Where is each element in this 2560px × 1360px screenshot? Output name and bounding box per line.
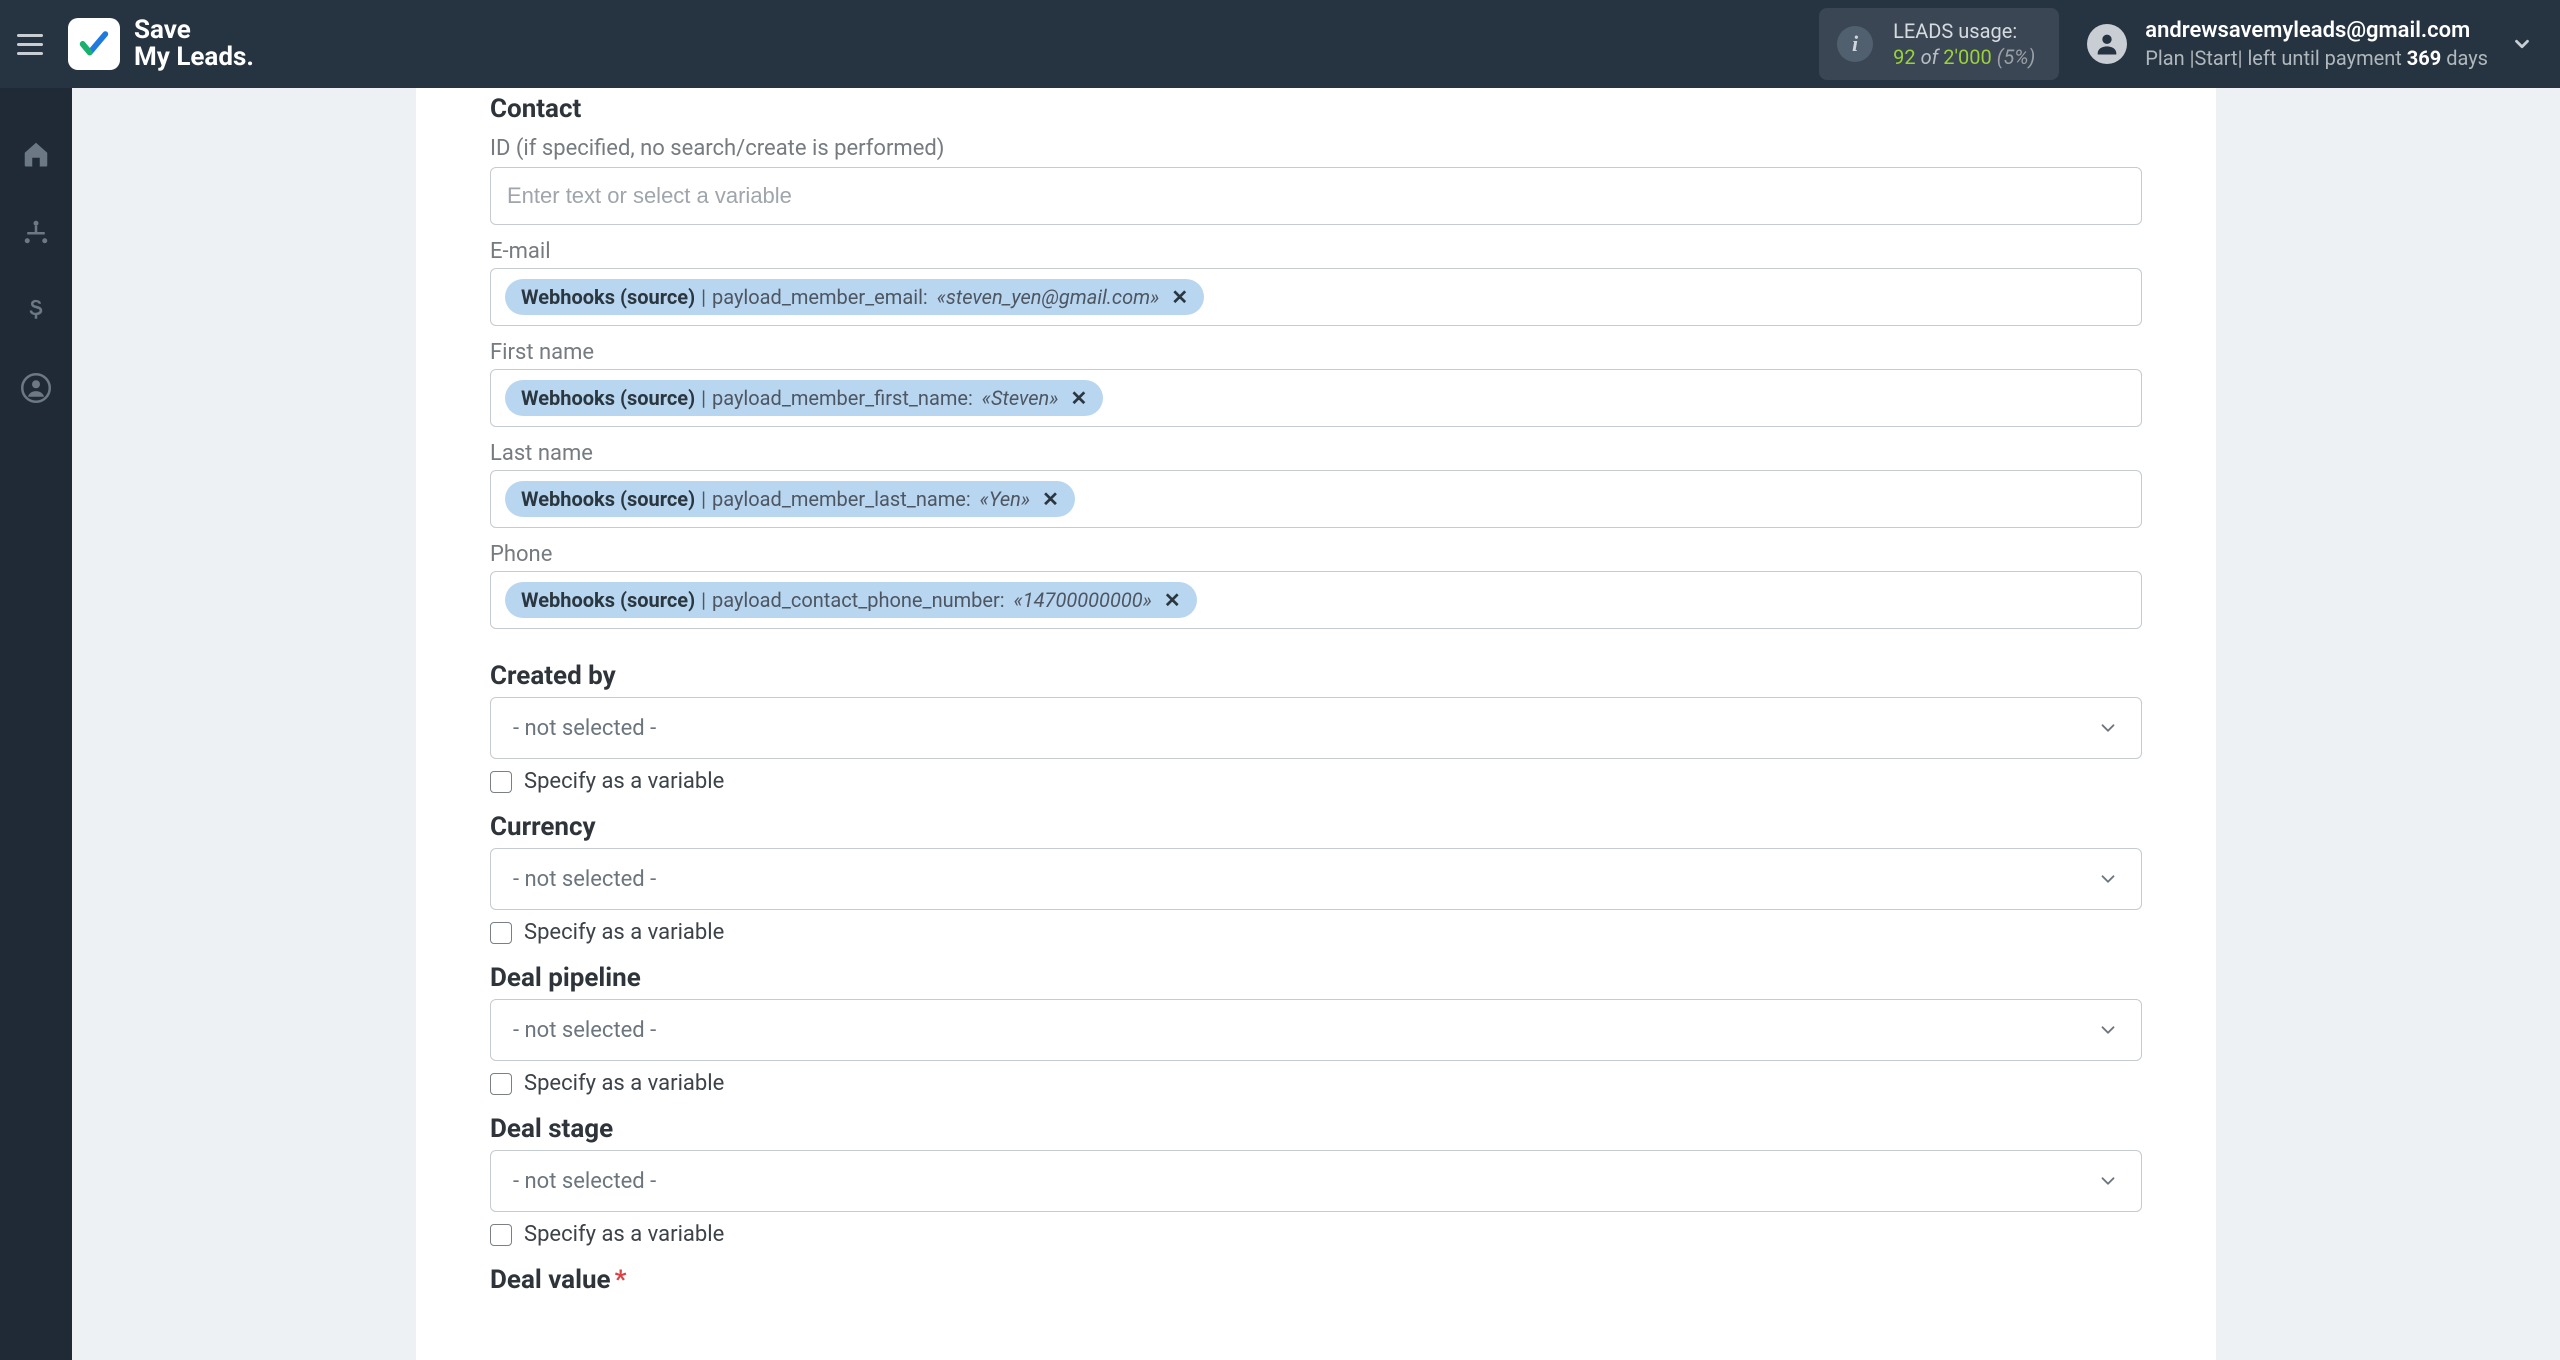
currency-var-row: Specify as a variable bbox=[490, 920, 2142, 945]
email-label: E-mail bbox=[490, 239, 2142, 264]
createdby-var-checkbox[interactable] bbox=[490, 771, 512, 793]
home-icon[interactable] bbox=[18, 136, 54, 172]
menu-toggle[interactable] bbox=[10, 24, 50, 64]
usage-widget[interactable]: i LEADS usage: 92 of 2'000 (5%) bbox=[1819, 8, 2059, 80]
chevron-down-icon bbox=[2097, 868, 2119, 890]
phone-token-remove-icon[interactable]: ✕ bbox=[1164, 588, 1181, 612]
brand-text: Save My Leads. bbox=[134, 17, 254, 72]
sidebar bbox=[0, 88, 72, 1360]
stage-var-row: Specify as a variable bbox=[490, 1222, 2142, 1247]
currency-var-checkbox[interactable] bbox=[490, 922, 512, 944]
stage-label: Deal stage bbox=[490, 1114, 2142, 1144]
currency-select[interactable]: - not selected - bbox=[490, 848, 2142, 910]
pipeline-var-label: Specify as a variable bbox=[524, 1071, 724, 1096]
createdby-select[interactable]: - not selected - bbox=[490, 697, 2142, 759]
id-caption: ID (if specified, no search/create is pe… bbox=[490, 136, 2142, 161]
usage-text: LEADS usage: 92 of 2'000 (5%) bbox=[1893, 18, 2035, 70]
chevron-down-icon bbox=[2097, 1019, 2119, 1041]
pipeline-label: Deal pipeline bbox=[490, 963, 2142, 993]
id-input-wrap[interactable] bbox=[490, 167, 2142, 225]
stage-select[interactable]: - not selected - bbox=[490, 1150, 2142, 1212]
billing-icon[interactable] bbox=[18, 292, 54, 328]
topbar: Save My Leads. i LEADS usage: 92 of 2'00… bbox=[0, 0, 2560, 88]
main-area: Contact ID (if specified, no search/crea… bbox=[72, 88, 2560, 1360]
chevron-down-icon bbox=[2097, 1170, 2119, 1192]
avatar-icon bbox=[2087, 24, 2127, 64]
pipeline-select[interactable]: - not selected - bbox=[490, 999, 2142, 1061]
stage-var-checkbox[interactable] bbox=[490, 1224, 512, 1246]
currency-var-label: Specify as a variable bbox=[524, 920, 724, 945]
phone-label: Phone bbox=[490, 542, 2142, 567]
form-panel: Contact ID (if specified, no search/crea… bbox=[416, 88, 2216, 1360]
phone-token[interactable]: Webhooks (source) | payload_contact_phon… bbox=[505, 582, 1197, 618]
connections-icon[interactable] bbox=[18, 214, 54, 250]
section-contact-title: Contact bbox=[490, 94, 2142, 124]
dealvalue-label: Deal value* bbox=[490, 1265, 2142, 1295]
pipeline-var-row: Specify as a variable bbox=[490, 1071, 2142, 1096]
phone-input-wrap[interactable]: Webhooks (source) | payload_contact_phon… bbox=[490, 571, 2142, 629]
email-token-remove-icon[interactable]: ✕ bbox=[1171, 285, 1188, 309]
firstname-token[interactable]: Webhooks (source) | payload_member_first… bbox=[505, 380, 1103, 416]
lastname-token-remove-icon[interactable]: ✕ bbox=[1042, 487, 1059, 511]
firstname-label: First name bbox=[490, 340, 2142, 365]
lastname-input-wrap[interactable]: Webhooks (source) | payload_member_last_… bbox=[490, 470, 2142, 528]
pipeline-var-checkbox[interactable] bbox=[490, 1073, 512, 1095]
id-input[interactable] bbox=[505, 182, 2127, 210]
createdby-value: - not selected - bbox=[513, 716, 656, 741]
stage-var-label: Specify as a variable bbox=[524, 1222, 724, 1247]
lastname-token[interactable]: Webhooks (source) | payload_member_last_… bbox=[505, 481, 1075, 517]
info-icon: i bbox=[1837, 26, 1873, 62]
createdby-label: Created by bbox=[490, 661, 2142, 691]
email-token[interactable]: Webhooks (source) | payload_member_email… bbox=[505, 279, 1204, 315]
logo-check-icon bbox=[68, 18, 120, 70]
brand-logo[interactable]: Save My Leads. bbox=[68, 17, 254, 72]
pipeline-value: - not selected - bbox=[513, 1018, 656, 1043]
account-text: andrewsavemyleads@gmail.com Plan |Start|… bbox=[2145, 17, 2488, 72]
stage-value: - not selected - bbox=[513, 1169, 656, 1194]
chevron-down-icon bbox=[2097, 717, 2119, 739]
currency-value: - not selected - bbox=[513, 867, 656, 892]
createdby-var-label: Specify as a variable bbox=[524, 769, 724, 794]
firstname-token-remove-icon[interactable]: ✕ bbox=[1070, 386, 1087, 410]
account-widget[interactable]: andrewsavemyleads@gmail.com Plan |Start|… bbox=[2087, 17, 2488, 72]
firstname-input-wrap[interactable]: Webhooks (source) | payload_member_first… bbox=[490, 369, 2142, 427]
account-caret-icon[interactable] bbox=[2508, 30, 2536, 58]
createdby-var-row: Specify as a variable bbox=[490, 769, 2142, 794]
lastname-label: Last name bbox=[490, 441, 2142, 466]
currency-label: Currency bbox=[490, 812, 2142, 842]
profile-icon[interactable] bbox=[18, 370, 54, 406]
email-input-wrap[interactable]: Webhooks (source) | payload_member_email… bbox=[490, 268, 2142, 326]
